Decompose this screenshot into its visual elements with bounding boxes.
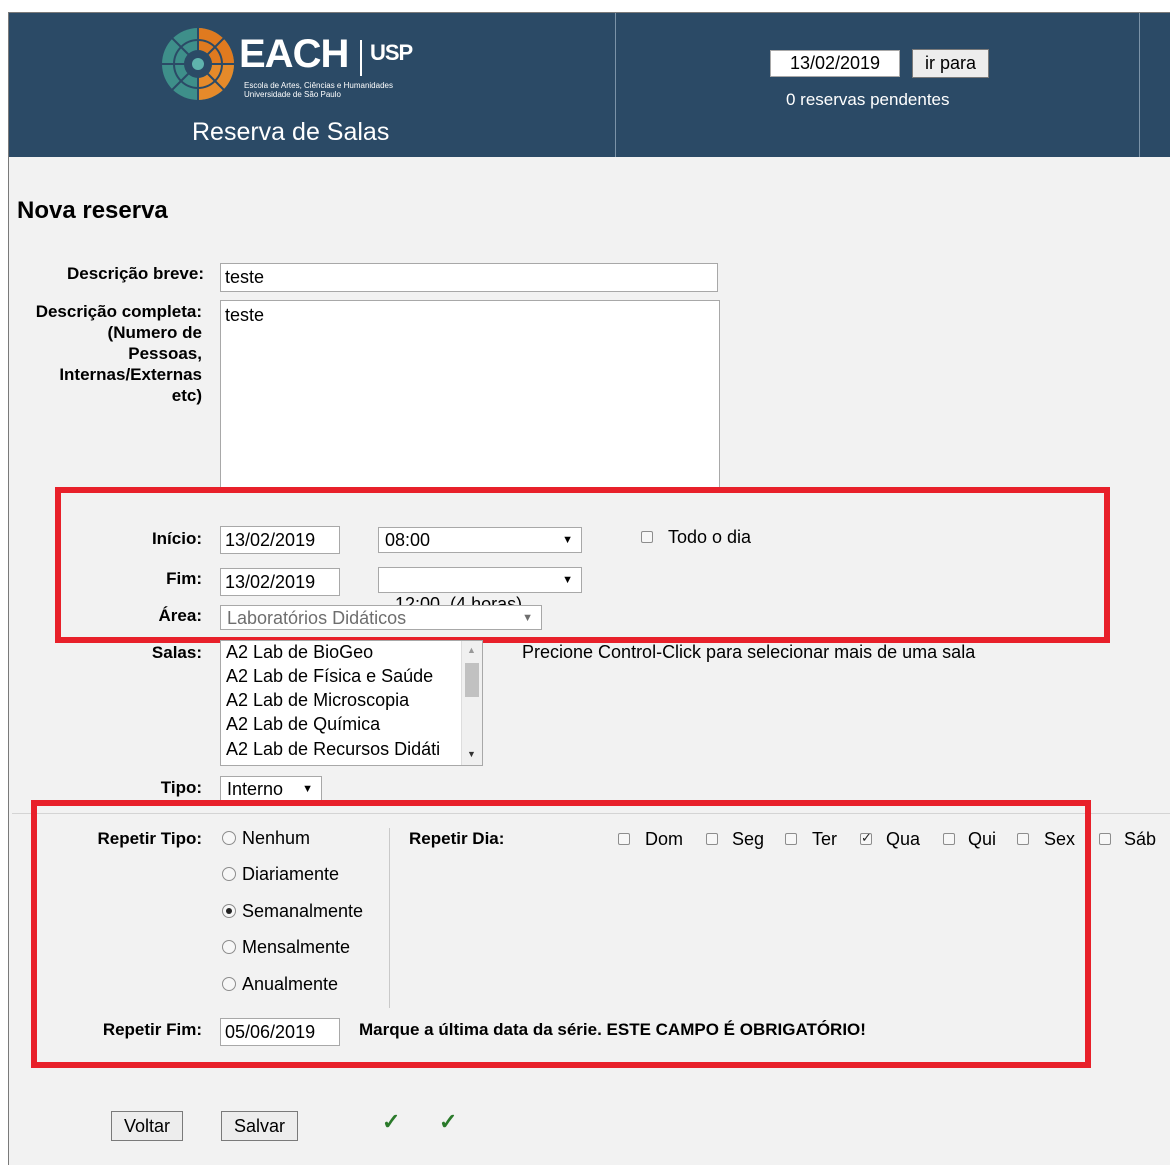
repeat-option-label: Mensalmente (242, 937, 351, 957)
area-label: Área: (158, 606, 202, 625)
pending-reservations-link[interactable]: 0 reservas pendentes (786, 90, 950, 110)
room-option[interactable]: A2 Lab de Recursos Didáti (226, 739, 440, 760)
chevron-down-icon: ▼ (522, 612, 533, 624)
start-time-value: 08:00 (385, 530, 431, 550)
goto-button[interactable]: ir para (912, 49, 989, 78)
repeat-radio-daily[interactable] (222, 867, 236, 881)
day-checkbox-ter[interactable] (785, 833, 797, 845)
room-option[interactable]: A2 Lab de BioGeo (226, 642, 373, 663)
start-time-select[interactable]: 08:00 ▼ (378, 527, 582, 553)
repeat-divider (389, 828, 390, 1008)
repeat-option-label: Nenhum (242, 828, 311, 848)
goto-date-input[interactable]: 13/02/2019 (770, 50, 900, 77)
repeat-option-label: Anualmente (242, 974, 339, 994)
chevron-down-icon: ▼ (562, 574, 573, 586)
app-title: Reserva de Salas (192, 118, 390, 146)
day-checkbox-seg[interactable] (706, 833, 718, 845)
repeat-day-label: Repetir Dia: (409, 829, 505, 848)
short-desc-input[interactable]: teste (220, 263, 718, 292)
rooms-scrollbar[interactable]: ▲ ▼ (461, 641, 482, 765)
page-title: Nova reserva (17, 197, 168, 224)
day-label: Qui (968, 829, 997, 849)
repeat-option-label: Diariamente (242, 864, 340, 884)
logo-subtitle: Escola de Artes, Ciências e Humanidades … (244, 81, 393, 99)
back-button[interactable]: Voltar (111, 1111, 183, 1141)
scrollbar-thumb[interactable] (465, 663, 479, 697)
repeat-radio-yearly[interactable] (222, 977, 236, 991)
repeat-end-note: Marque a última data da série. ESTE CAMP… (359, 1020, 866, 1039)
day-label: Sáb (1124, 829, 1157, 849)
day-label: Ter (812, 829, 838, 849)
chevron-down-icon: ▼ (562, 534, 573, 546)
day-label: Dom (645, 829, 684, 849)
day-label: Seg (732, 829, 765, 849)
logo-text: EACH (239, 32, 349, 76)
scroll-up-icon[interactable]: ▲ (467, 645, 476, 655)
day-checkbox-qua[interactable] (860, 830, 872, 846)
repeat-end-input[interactable]: 05/06/2019 (220, 1018, 340, 1046)
day-checkbox-sab[interactable] (1099, 833, 1111, 845)
header-divider (615, 13, 616, 157)
end-date-input[interactable]: 13/02/2019 (220, 568, 340, 596)
check-icon: ✓ (439, 1109, 458, 1134)
chevron-down-icon: ▼ (302, 783, 313, 795)
full-desc-label-line: Descrição completa: (35, 302, 202, 321)
day-checkbox-qui[interactable] (943, 833, 955, 845)
short-desc-label: Descrição breve: (66, 264, 204, 283)
full-desc-label-line: (Numero de (107, 323, 202, 342)
room-option[interactable]: A2 Lab de Microscopia (226, 690, 409, 711)
repeat-type-label: Repetir Tipo: (97, 829, 202, 848)
all-day-label: Todo o dia (668, 527, 752, 547)
full-desc-label-line: etc) (171, 386, 202, 405)
room-option[interactable]: A2 Lab de Física e Saúde (226, 666, 433, 687)
area-value: Laboratórios Didáticos (227, 608, 407, 628)
end-time-select[interactable]: 12:00 (4 horas) ▼ (378, 567, 582, 614)
usp-logo: USP (370, 40, 413, 65)
day-label: Sex (1044, 829, 1076, 849)
scroll-down-icon[interactable]: ▼ (467, 749, 476, 759)
start-date-input[interactable]: 13/02/2019 (220, 526, 340, 554)
full-desc-label-line: Pessoas, (128, 344, 202, 363)
repeat-radio-monthly[interactable] (222, 940, 236, 954)
full-desc-label-line: Internas/Externas (59, 365, 202, 384)
type-label: Tipo: (160, 778, 202, 797)
area-select[interactable]: Laboratórios Didáticos ▼ (220, 605, 542, 630)
start-label: Início: (151, 529, 202, 548)
room-option[interactable]: A2 Lab de Química (226, 714, 380, 735)
logo-subtitle-line: Universidade de São Paulo (244, 90, 341, 99)
repeat-option-label: Semanalmente (242, 901, 364, 921)
all-day-checkbox[interactable] (641, 531, 653, 543)
save-button[interactable]: Salvar (221, 1111, 298, 1141)
rooms-listbox[interactable]: A2 Lab de BioGeo A2 Lab de Física e Saúd… (220, 640, 483, 766)
type-select[interactable]: Interno ▼ (220, 776, 322, 801)
rooms-hint: Precione Control-Click para selecionar m… (522, 642, 976, 662)
day-checkbox-dom[interactable] (618, 833, 630, 845)
repeat-radio-weekly[interactable] (222, 904, 236, 918)
day-checkbox-sex[interactable] (1017, 833, 1029, 845)
header-divider (1139, 13, 1140, 157)
repeat-end-label: Repetir Fim: (102, 1020, 202, 1039)
day-label: Qua (886, 829, 921, 849)
check-icon: ✓ (382, 1109, 401, 1134)
highlight-box-datetime (55, 487, 1110, 643)
type-value: Interno (227, 779, 284, 799)
repeat-radio-none[interactable] (222, 831, 236, 845)
end-label: Fim: (166, 569, 202, 588)
logo-subtitle-line: Escola de Artes, Ciências e Humanidades (244, 81, 393, 90)
full-desc-textarea[interactable]: teste (220, 300, 720, 490)
logo-divider (360, 40, 362, 76)
full-desc-label: Descrição completa: (Numero de Pessoas, … (36, 301, 202, 406)
rooms-label: Salas: (151, 643, 202, 662)
